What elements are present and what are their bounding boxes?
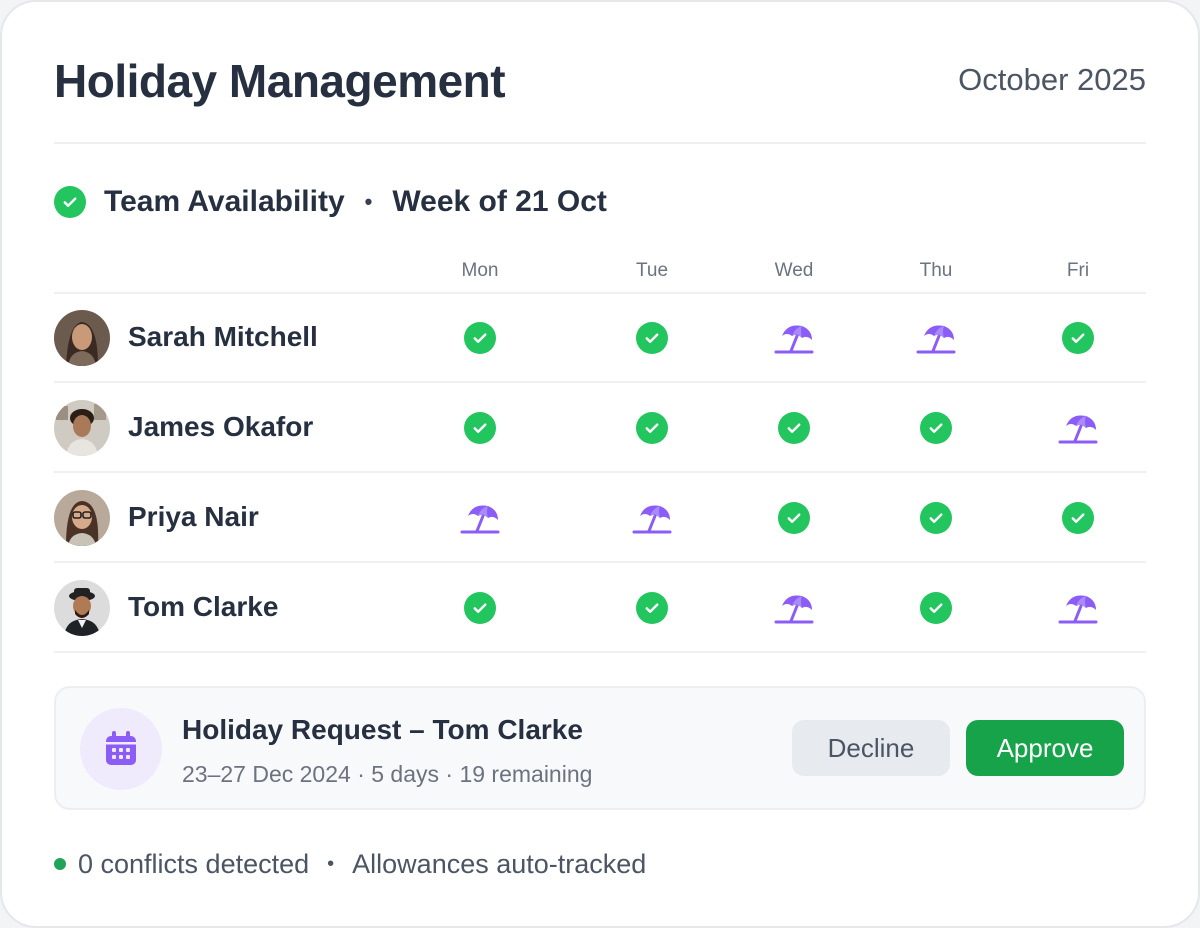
beach-umbrella-icon xyxy=(459,501,501,535)
day-status-cell xyxy=(458,320,502,356)
day-status-cell xyxy=(772,500,816,536)
header: Holiday Management October 2025 xyxy=(54,54,1146,144)
day-label-fri: Fri xyxy=(1066,260,1090,281)
page-title: Holiday Management xyxy=(54,55,506,107)
beach-umbrella-icon xyxy=(915,321,957,355)
day-status-cell xyxy=(772,590,816,626)
avatar xyxy=(54,310,110,366)
team-availability-heading: Team Availability • Week of 21 Oct xyxy=(54,182,607,222)
section-title: Team Availability xyxy=(104,185,345,218)
day-status-cell xyxy=(1056,500,1100,536)
check-circle-icon xyxy=(464,592,496,624)
check-circle-icon xyxy=(778,412,810,444)
check-circle-icon xyxy=(54,186,86,218)
beach-umbrella-icon xyxy=(773,321,815,355)
day-status-cell xyxy=(458,590,502,626)
approve-button[interactable]: Approve xyxy=(966,720,1124,776)
check-circle-icon xyxy=(1062,322,1094,354)
day-label-thu: Thu xyxy=(919,260,953,281)
beach-umbrella-icon xyxy=(1057,591,1099,625)
check-circle-icon xyxy=(920,592,952,624)
day-status-cell xyxy=(914,320,958,356)
holiday-request-panel: Holiday Request – Tom Clarke 23–27 Dec 2… xyxy=(54,686,1146,810)
day-label-mon: Mon xyxy=(461,260,499,281)
check-circle-icon xyxy=(464,412,496,444)
separator-dot: • xyxy=(364,189,373,214)
team-member-row: Tom Clarke xyxy=(54,563,1146,653)
day-status-cell xyxy=(630,590,674,626)
team-member-row: Priya Nair xyxy=(54,473,1146,563)
day-status-cell xyxy=(458,410,502,446)
check-circle-icon xyxy=(920,412,952,444)
check-circle-icon xyxy=(636,592,668,624)
day-status-cell xyxy=(1056,320,1100,356)
allowances-status: Allowances auto-tracked xyxy=(352,848,647,879)
check-circle-icon xyxy=(636,412,668,444)
decline-button[interactable]: Decline xyxy=(792,720,950,776)
beach-umbrella-icon xyxy=(773,591,815,625)
request-title: Holiday Request – Tom Clarke xyxy=(182,714,583,745)
status-dot xyxy=(54,858,66,870)
member-name: Sarah Mitchell xyxy=(128,321,318,352)
day-status-cell xyxy=(772,320,816,356)
team-member-row: James Okafor xyxy=(54,383,1146,473)
avatar xyxy=(54,580,110,636)
team-member-row: Sarah Mitchell xyxy=(54,293,1146,383)
day-label-wed: Wed xyxy=(774,260,814,281)
check-circle-icon xyxy=(778,502,810,534)
week-label: Week of 21 Oct xyxy=(392,185,607,218)
day-label-tue: Tue xyxy=(635,260,669,281)
day-status-cell xyxy=(914,590,958,626)
day-status-cell xyxy=(914,410,958,446)
member-name: James Okafor xyxy=(128,411,314,442)
day-status-cell xyxy=(630,500,674,536)
day-status-cell xyxy=(914,500,958,536)
day-status-cell xyxy=(458,500,502,536)
footer-status: 0 conflicts detected • Allowances auto-t… xyxy=(54,844,646,884)
check-circle-icon xyxy=(920,502,952,534)
day-status-cell xyxy=(630,410,674,446)
separator-dot: • xyxy=(327,852,335,875)
holiday-management-card: Holiday Management October 2025 Team Ava… xyxy=(0,0,1200,928)
day-status-cell xyxy=(772,410,816,446)
member-name: Tom Clarke xyxy=(128,591,279,622)
day-header-row: Mon Tue Wed Thu Fri xyxy=(54,254,1146,294)
calendar-icon xyxy=(80,708,162,790)
check-circle-icon xyxy=(636,322,668,354)
day-status-cell xyxy=(1056,590,1100,626)
avatar xyxy=(54,490,110,546)
beach-umbrella-icon xyxy=(1057,411,1099,445)
beach-umbrella-icon xyxy=(631,501,673,535)
check-circle-icon xyxy=(1062,502,1094,534)
avatar xyxy=(54,400,110,456)
day-status-cell xyxy=(630,320,674,356)
conflicts-status: 0 conflicts detected xyxy=(78,848,310,879)
check-circle-icon xyxy=(464,322,496,354)
current-month: October 2025 xyxy=(958,62,1146,97)
request-details: 23–27 Dec 2024 · 5 days · 19 remaining xyxy=(182,761,593,787)
day-status-cell xyxy=(1056,410,1100,446)
member-name: Priya Nair xyxy=(128,501,259,532)
